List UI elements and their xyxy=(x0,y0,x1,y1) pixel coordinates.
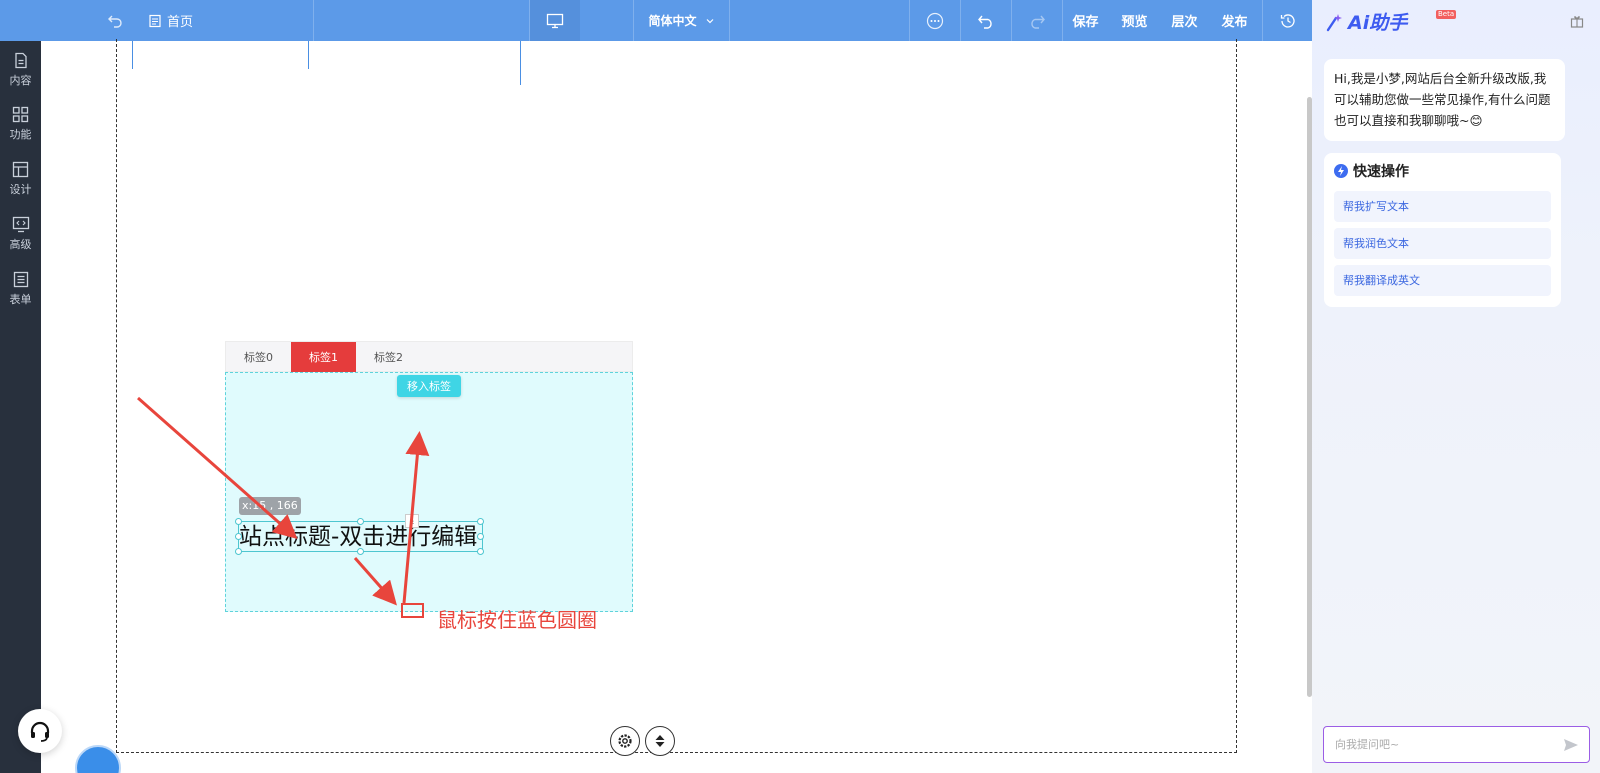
redo-button[interactable] xyxy=(1012,0,1062,41)
sidebar-item-label: 内容 xyxy=(9,74,32,87)
ai-brand-name: Ai助手 xyxy=(1348,12,1408,34)
page-icon xyxy=(149,14,161,27)
desktop-view-button[interactable] xyxy=(530,0,580,41)
sidebar-item-label: 高级 xyxy=(9,238,32,251)
gear-icon xyxy=(618,734,632,748)
language-label: 简体中文 xyxy=(648,14,697,28)
more-options-button[interactable] xyxy=(910,0,960,41)
highlight-box xyxy=(401,603,424,618)
monitor-icon xyxy=(546,13,564,28)
more-icon xyxy=(926,12,944,29)
undo-icon xyxy=(978,15,992,29)
quick-action-expand[interactable]: 帮我扩写文本 xyxy=(1334,191,1551,222)
arrow-line xyxy=(402,431,430,604)
beta-badge: Beta xyxy=(1436,10,1457,19)
sidebar-item-design[interactable]: 设计 xyxy=(0,153,41,205)
ai-assistant-panel: Ai助手 Beta Hi,我是小梦,网站后台全新升级改版,我可以辅助您做一些常见… xyxy=(1312,0,1600,773)
sidebar-item-form[interactable]: 表单 xyxy=(0,263,41,315)
language-select[interactable]: 简体中文 xyxy=(634,0,729,41)
quick-action-polish[interactable]: 帮我润色文本 xyxy=(1334,228,1551,259)
settings-button[interactable] xyxy=(610,726,640,756)
save-label: 保存 xyxy=(1072,15,1099,30)
publish-button[interactable]: 发布 xyxy=(1212,0,1257,41)
greeting-message: Hi,我是小梦,网站后台全新升级改版,我可以辅助您做一些常见操作,有什么问题也可… xyxy=(1324,59,1565,141)
back-arrow-icon xyxy=(108,15,122,28)
sidebar-item-label: 功能 xyxy=(9,128,32,141)
left-sidebar: 内容 功能 设计 高级 表单 xyxy=(0,41,41,773)
gift-button[interactable] xyxy=(1570,14,1584,31)
undo-button[interactable] xyxy=(961,0,1011,41)
editor-canvas[interactable]: 标签0 标签1 标签2 移入标签 x:15 , 166 站点标题-双击进行编辑 … xyxy=(41,39,1312,773)
history-icon xyxy=(1280,13,1295,28)
history-button[interactable] xyxy=(1263,0,1312,41)
quick-action-translate[interactable]: 帮我翻译成英文 xyxy=(1334,265,1551,296)
home-page-label: 首页 xyxy=(167,15,194,30)
layers-label: 层次 xyxy=(1171,15,1198,30)
headset-icon xyxy=(30,721,50,742)
gift-icon xyxy=(1570,16,1584,28)
preview-label: 预览 xyxy=(1121,15,1148,30)
arrow-line xyxy=(353,557,397,606)
grid-icon xyxy=(12,106,29,123)
layout-icon xyxy=(12,161,29,178)
sidebar-item-features[interactable]: 功能 xyxy=(0,98,41,150)
sidebar-item-advanced[interactable]: 高级 xyxy=(0,208,41,260)
sparkle-icon xyxy=(1326,13,1342,31)
ai-brand: Ai助手 Beta xyxy=(1324,8,1457,35)
sidebar-item-content[interactable]: 内容 xyxy=(0,44,41,96)
document-icon xyxy=(14,52,27,69)
top-toolbar: 首页 简体中文 保存 预览 层次 发布 xyxy=(0,0,1312,41)
lightning-icon xyxy=(1334,164,1348,178)
back-button[interactable] xyxy=(100,0,130,41)
sidebar-item-label: 表单 xyxy=(9,293,32,306)
redo-icon xyxy=(1031,15,1045,29)
publish-label: 发布 xyxy=(1221,15,1248,30)
quick-actions-card: 快速操作 帮我扩写文本 帮我润色文本 帮我翻译成英文 xyxy=(1324,153,1561,307)
quick-actions-label: 快速操作 xyxy=(1353,164,1409,180)
home-page-selector[interactable]: 首页 xyxy=(148,0,208,41)
ask-input[interactable] xyxy=(1335,738,1555,751)
save-button[interactable]: 保存 xyxy=(1063,0,1108,41)
code-icon xyxy=(12,216,29,233)
ask-box xyxy=(1323,726,1590,763)
annotation-text: 鼠标按住蓝色圆圈 xyxy=(437,608,597,632)
sort-button[interactable] xyxy=(645,726,675,756)
send-button[interactable] xyxy=(1563,738,1579,755)
layers-button[interactable]: 层次 xyxy=(1162,0,1207,41)
sort-icon xyxy=(655,735,665,747)
annotation-arrows xyxy=(137,396,430,606)
support-button[interactable] xyxy=(18,709,62,753)
arrow-line xyxy=(137,396,298,539)
sidebar-item-label: 设计 xyxy=(9,183,32,196)
preview-button[interactable]: 预览 xyxy=(1112,0,1157,41)
chevron-down-icon xyxy=(706,18,713,23)
quick-actions-title: 快速操作 xyxy=(1334,161,1551,181)
form-icon xyxy=(13,271,28,288)
send-icon xyxy=(1564,739,1578,751)
